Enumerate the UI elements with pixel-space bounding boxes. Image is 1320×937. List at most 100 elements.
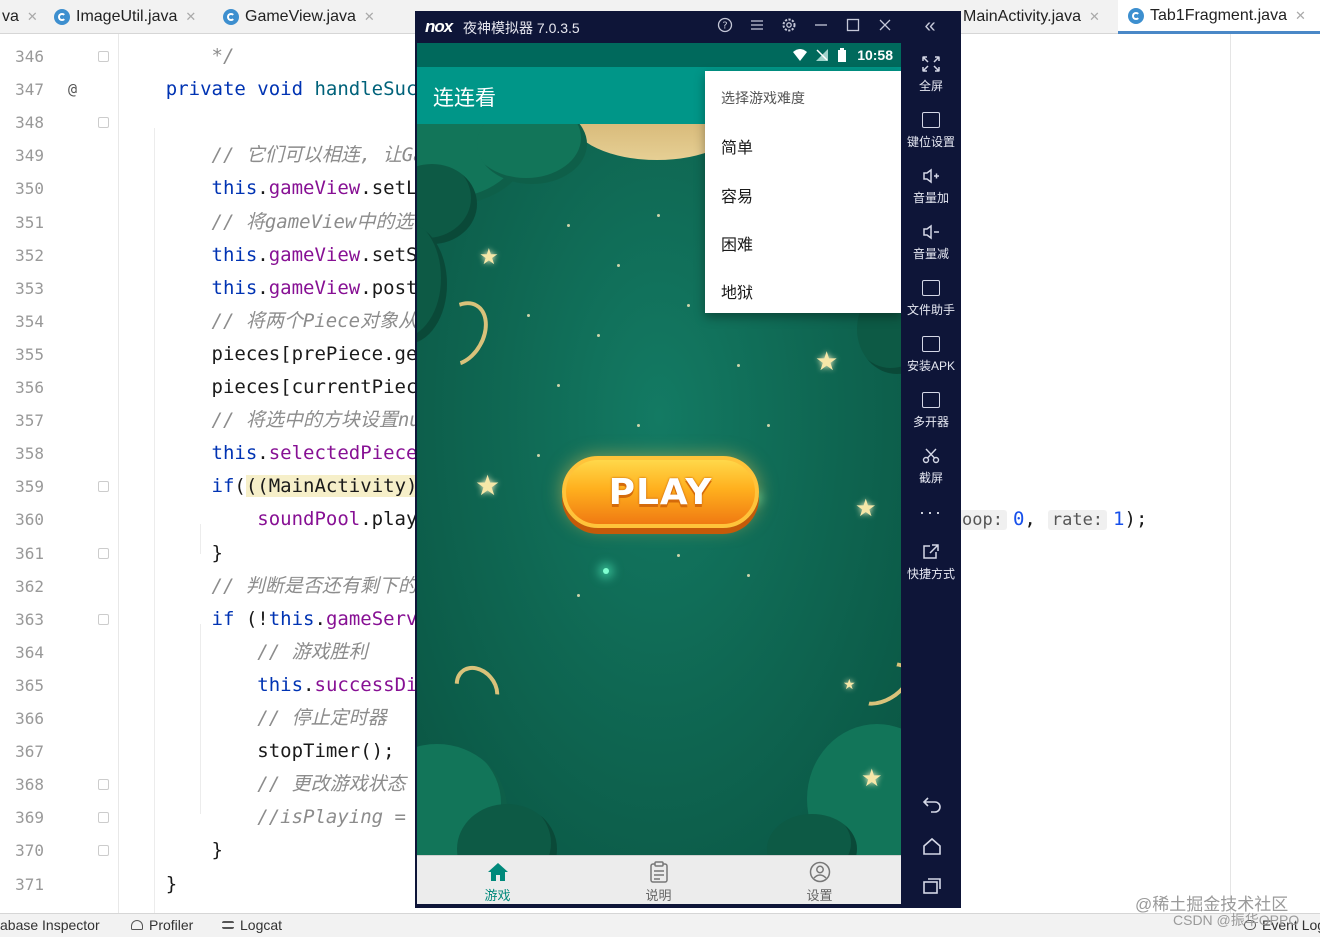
android-screen[interactable]: 10:58 连连看 ★ ★ ★ ★ ★ ★ PLAY 游戏 说明 设置 选择游戏… (417, 43, 901, 904)
sidebar-more[interactable]: ··· (901, 500, 961, 530)
tab-close-icon[interactable]: ✕ (1295, 8, 1306, 24)
code-line[interactable]: this.gameView.setLi (120, 172, 429, 205)
code-line[interactable]: this.selectedPiece = (120, 437, 441, 470)
fold-marker-icon[interactable] (98, 779, 109, 791)
recents-icon[interactable] (921, 877, 943, 897)
code-line[interactable]: } (120, 868, 177, 901)
code-line[interactable]: this.gameView.postI (120, 272, 429, 305)
editor-tab-tab1fragment[interactable]: Tab1Fragment.java ✕ (1118, 0, 1320, 34)
tab-close-icon[interactable]: ✕ (1089, 9, 1100, 25)
minimize-icon[interactable] (811, 17, 831, 37)
tab-close-icon[interactable]: ✕ (364, 9, 375, 25)
status-time: 10:58 (857, 47, 893, 63)
logcat-tool[interactable]: Logcat (222, 917, 282, 933)
nav-label: 游戏 (484, 888, 511, 903)
sidebar-label: 安装APK (906, 359, 955, 373)
nav-tab-instructions[interactable]: 说明 (578, 856, 739, 904)
code-line[interactable]: // 它们可以相连, 让Gam (120, 139, 437, 172)
code-line[interactable]: private void handleSucc (120, 73, 429, 106)
code-line[interactable]: // 将选中的方块设置nul (120, 404, 433, 437)
fold-marker-icon[interactable] (98, 547, 109, 559)
code-line[interactable]: soundPool.play( (120, 503, 429, 536)
menu-item-hell[interactable]: 地狱 (705, 265, 901, 313)
code-line[interactable]: stopTimer(); (120, 735, 394, 768)
profiler-tool[interactable]: Profiler (131, 917, 193, 933)
android-home-icon[interactable] (921, 837, 943, 857)
close-icon[interactable] (875, 17, 895, 37)
tab-close-icon[interactable]: ✕ (27, 9, 38, 25)
code-line[interactable]: if(((MainActivity)g (120, 470, 429, 503)
code-line[interactable]: pieces[currentPiece (120, 371, 429, 404)
code-line[interactable]: // 停止定时器 (120, 702, 387, 735)
sidebar-volume-down[interactable]: 音量减 (901, 220, 961, 272)
right-margin-guide (1230, 34, 1231, 913)
maximize-icon[interactable] (843, 17, 863, 37)
decor-sparkle (747, 574, 750, 577)
sidebar-collapse-icon[interactable]: « (918, 15, 942, 38)
play-button[interactable]: PLAY (562, 456, 759, 528)
sidebar-multi-instance[interactable]: 多开器 (901, 388, 961, 440)
code-line[interactable]: this.successDia (120, 669, 429, 702)
tab-label: GameView.java (245, 8, 356, 25)
code-line[interactable]: //isPlaying = f (120, 801, 429, 834)
menu-icon[interactable] (747, 17, 767, 37)
code-line[interactable]: // 将gameView中的选中 (120, 206, 433, 239)
home-icon (488, 863, 508, 881)
help-icon[interactable]: ? (715, 17, 735, 37)
code-token: // 停止定时器 (257, 707, 387, 729)
code-line[interactable]: // 判断是否还有剩下的方 (120, 570, 436, 603)
sidebar-fullscreen[interactable]: 全屏 (901, 52, 961, 104)
sidebar-shortcut[interactable]: 快捷方式 (901, 540, 961, 592)
editor-gutter: 346 347 348 349 350 351 352 353 354 355 356 357 358 3… (0, 34, 120, 913)
editor-tab-mainactivity[interactable]: MainActivity.java ✕ (963, 0, 1100, 34)
fold-marker-icon[interactable] (98, 812, 109, 824)
install-apk-icon (922, 336, 940, 352)
code-token: 1 (1113, 508, 1125, 531)
code-token: ); (1124, 508, 1148, 531)
sidebar-install-apk[interactable]: 安装APK (901, 332, 961, 384)
menu-item-hard[interactable]: 困难 (705, 217, 901, 265)
code-line[interactable]: pieces[prePiece.get (120, 338, 429, 371)
override-annotation-icon[interactable]: @ (68, 80, 77, 98)
tab-close-icon[interactable]: ✕ (185, 9, 196, 25)
editor-tab-imageutil[interactable]: ImageUtil.java ✕ (54, 0, 196, 34)
editor-tab-gameview[interactable]: GameView.java ✕ (223, 0, 375, 34)
menu-item-medium[interactable]: 容易 (705, 169, 901, 217)
code-line-tail[interactable]: oop: 0, rate: 1); (958, 503, 1147, 536)
fold-marker-icon[interactable] (98, 51, 109, 62)
nox-emulator-window[interactable]: nox 夜神模拟器 7.0.3.5 ? « 10:58 连连看 ★ ★ ★ ★ … (415, 11, 961, 908)
code-line[interactable]: // 将两个Piece对象从数 (120, 305, 437, 338)
settings-icon[interactable] (779, 17, 799, 37)
code-line[interactable]: } (120, 537, 223, 570)
fold-marker-icon[interactable] (98, 613, 109, 625)
code-token: // 它们可以相连, 让Gam (211, 144, 437, 167)
emulator-titlebar[interactable]: nox 夜神模拟器 7.0.3.5 ? « (415, 11, 961, 43)
editor-tab-partial[interactable]: va ✕ (2, 0, 38, 34)
code-token: this (211, 276, 258, 299)
code-token: if (211, 475, 235, 498)
code-line[interactable]: // 更改游戏状态 (120, 768, 405, 801)
fold-marker-icon[interactable] (98, 845, 109, 857)
back-icon[interactable] (921, 795, 943, 815)
code-line[interactable]: */ (120, 40, 235, 73)
menu-item-easy[interactable]: 简单 (705, 120, 901, 168)
sidebar-keymapping[interactable]: 键位设置 (901, 108, 961, 160)
fold-marker-icon[interactable] (98, 481, 109, 493)
fold-marker-icon[interactable] (98, 117, 109, 129)
sidebar-screenshot[interactable]: 截屏 (901, 444, 961, 496)
volume-up-icon (923, 168, 939, 184)
decor-sparkle (537, 454, 540, 457)
database-inspector-tool[interactable]: abase Inspector (0, 917, 100, 933)
line-number: 365 (15, 675, 44, 695)
code-line[interactable]: this.gameView.setSe (120, 239, 429, 272)
nav-tab-game[interactable]: 游戏 (417, 856, 578, 904)
code-line[interactable]: } (120, 834, 223, 867)
sidebar-file-helper[interactable]: 文件助手 (901, 276, 961, 328)
sidebar-volume-up[interactable]: 音量加 (901, 164, 961, 216)
nav-tab-settings[interactable]: 设置 (739, 856, 900, 904)
code-line[interactable]: if (!this.gameServi (120, 603, 429, 636)
code-line[interactable]: // 游戏胜利 (120, 636, 367, 669)
